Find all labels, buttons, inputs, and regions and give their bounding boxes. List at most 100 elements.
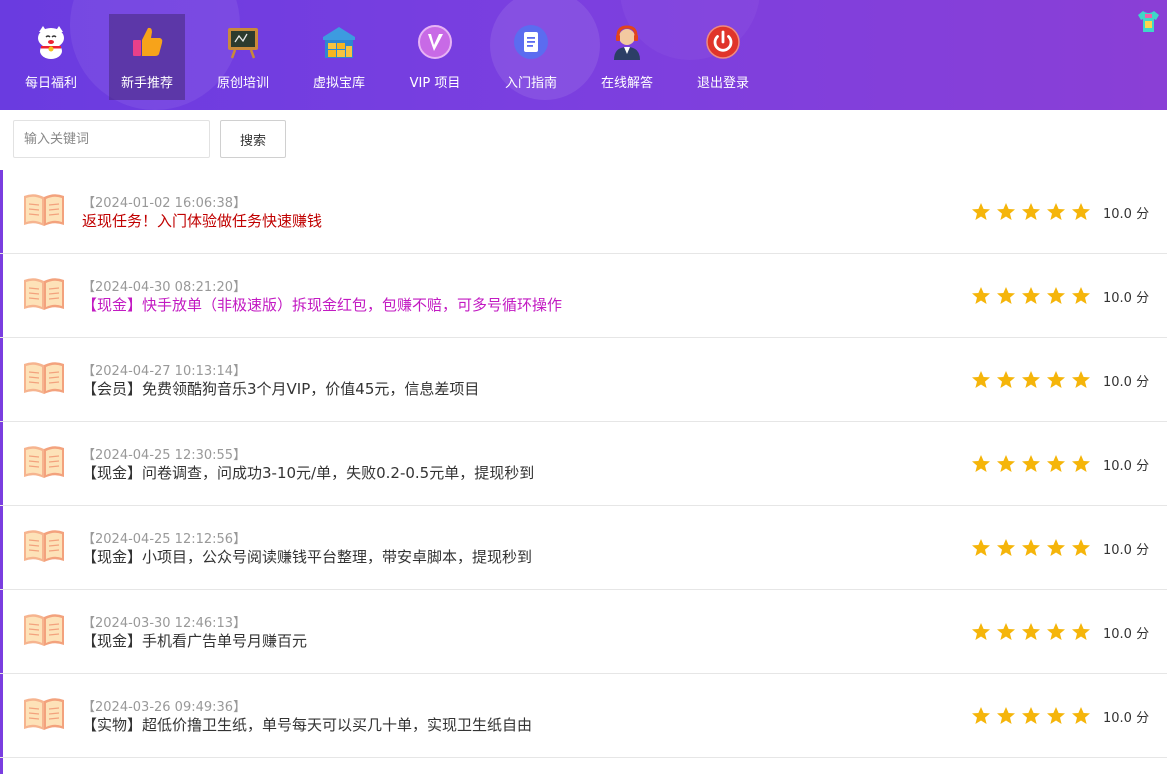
book-icon [24, 194, 64, 226]
star-icon [997, 371, 1015, 388]
item-score: 10.0 分 [1103, 291, 1150, 306]
item-title[interactable]: 【现金】手机看广告单号月赚百元 [82, 630, 307, 651]
nav-item-getting-started[interactable]: 入门指南 [493, 14, 569, 100]
star-icon [997, 707, 1015, 724]
item-date: 【2024-04-25 12:12:56】 [82, 532, 247, 547]
main-nav: 每日福利 新手推荐 原创培训 虚拟宝库 VIP 项目 入门指南 在线解答 退出登… [0, 0, 1167, 110]
star-icon [997, 623, 1015, 640]
star-icon [1022, 707, 1040, 724]
star-icon [1047, 707, 1065, 724]
star-icon [997, 287, 1015, 304]
vip-icon [418, 25, 452, 59]
power-icon [706, 25, 740, 59]
nav-label: VIP 项目 [409, 76, 461, 91]
star-icon [997, 539, 1015, 556]
star-icon [972, 539, 990, 556]
item-date: 【2024-04-30 08:21:20】 [82, 280, 247, 295]
list-item[interactable]: 【2024-03-30 12:46:13】 【现金】手机看广告单号月赚百元 10… [0, 590, 1167, 674]
item-date: 【2024-04-27 10:13:14】 [82, 364, 247, 379]
star-icon [1072, 287, 1090, 304]
book-icon [24, 530, 64, 562]
tshirt-icon[interactable] [1135, 8, 1161, 34]
item-score: 10.0 分 [1103, 543, 1150, 558]
item-title[interactable]: 【现金】小项目，公众号阅读赚钱平台整理，带安卓脚本，提现秒到 [82, 546, 532, 567]
star-icon [972, 287, 990, 304]
star-icon [1022, 371, 1040, 388]
search-button[interactable]: 搜索 [220, 120, 286, 158]
star-icon [1072, 623, 1090, 640]
star-icon [972, 455, 990, 472]
item-score: 10.0 分 [1103, 375, 1150, 390]
star-icon [1022, 287, 1040, 304]
star-icon [1072, 455, 1090, 472]
star-icon [1047, 539, 1065, 556]
nav-item-vip-project[interactable]: VIP 项目 [397, 14, 473, 100]
item-score: 10.0 分 [1103, 711, 1150, 726]
star-icon [1047, 623, 1065, 640]
rating-stars [971, 622, 1096, 642]
star-icon [997, 455, 1015, 472]
star-icon [972, 203, 990, 220]
list-item[interactable]: 【2024-04-25 12:12:56】 【现金】小项目，公众号阅读赚钱平台整… [0, 506, 1167, 590]
nav-item-online-answers[interactable]: 在线解答 [589, 14, 665, 100]
star-icon [972, 623, 990, 640]
list-item[interactable]: 【2024-01-02 16:06:38】 返现任务！入门体验做任务快速赚钱 1… [0, 170, 1167, 254]
nav-item-logout[interactable]: 退出登录 [685, 14, 761, 100]
nav-label: 原创培训 [216, 76, 269, 91]
item-title[interactable]: 【现金】问卷调查，问成功3-10元/单，失败0.2-0.5元单，提现秒到 [82, 462, 534, 483]
warehouse-icon [323, 27, 355, 58]
list-item[interactable]: 【2024-04-25 12:30:55】 【现金】问卷调查，问成功3-10元/… [0, 422, 1167, 506]
nav-item-daily-welfare[interactable]: 每日福利 [13, 14, 89, 100]
star-icon [1072, 203, 1090, 220]
thumbs-up-icon [133, 27, 163, 56]
list-item[interactable]: 【2024-04-27 10:13:14】 【会员】免费领酷狗音乐3个月VIP，… [0, 338, 1167, 422]
rating-stars [971, 370, 1096, 390]
nav-label: 在线解答 [600, 76, 653, 91]
item-score: 10.0 分 [1103, 627, 1150, 642]
star-icon [1047, 455, 1065, 472]
star-icon [997, 203, 1015, 220]
nav-item-original-training[interactable]: 原创培训 [205, 14, 281, 100]
star-icon [1022, 623, 1040, 640]
chalkboard-icon [228, 28, 258, 59]
star-icon [972, 707, 990, 724]
star-icon [1047, 287, 1065, 304]
book-icon [24, 362, 64, 394]
item-date: 【2024-03-30 12:46:13】 [82, 616, 247, 631]
item-date: 【2024-04-25 12:30:55】 [82, 448, 247, 463]
item-score: 10.0 分 [1103, 459, 1150, 474]
star-icon [1022, 455, 1040, 472]
rating-stars [971, 538, 1096, 558]
star-icon [972, 371, 990, 388]
item-title[interactable]: 【现金】快手放单（非极速版）拆现金红包，包赚不赔，可多号循环操作 [82, 294, 562, 315]
nav-label: 虚拟宝库 [312, 76, 365, 91]
nav-label: 每日福利 [24, 76, 77, 91]
item-title[interactable]: 【会员】免费领酷狗音乐3个月VIP，价值45元，信息差项目 [82, 378, 479, 399]
book-icon [24, 614, 64, 646]
nav-label: 退出登录 [696, 76, 749, 91]
star-icon [1072, 371, 1090, 388]
nav-label: 入门指南 [504, 76, 557, 91]
rating-stars [971, 454, 1096, 474]
nav-label: 新手推荐 [120, 76, 173, 91]
star-icon [1022, 203, 1040, 220]
star-icon [1047, 371, 1065, 388]
item-title[interactable]: 【实物】超低价撸卫生纸，单号每天可以买几十单，实现卫生纸自由 [82, 714, 532, 735]
star-icon [1022, 539, 1040, 556]
lucky-cat-icon [38, 26, 64, 59]
nav-item-newbie-recommend[interactable]: 新手推荐 [109, 14, 185, 100]
book-icon [24, 278, 64, 310]
search-input[interactable] [13, 120, 210, 158]
book-icon [24, 446, 64, 478]
nav-item-virtual-treasury[interactable]: 虚拟宝库 [301, 14, 377, 100]
support-agent-icon [614, 25, 640, 60]
item-date: 【2024-01-02 16:06:38】 [82, 196, 247, 211]
list-item[interactable]: 【2024-03-26 09:49:36】 【实物】超低价撸卫生纸，单号每天可以… [0, 674, 1167, 758]
guide-document-icon [514, 25, 548, 59]
item-title[interactable]: 返现任务！入门体验做任务快速赚钱 [82, 210, 322, 231]
book-icon [24, 698, 64, 730]
star-icon [1072, 707, 1090, 724]
list-item[interactable]: 【2024-04-30 08:21:20】 【现金】快手放单（非极速版）拆现金红… [0, 254, 1167, 338]
star-icon [1072, 539, 1090, 556]
star-icon [1047, 203, 1065, 220]
